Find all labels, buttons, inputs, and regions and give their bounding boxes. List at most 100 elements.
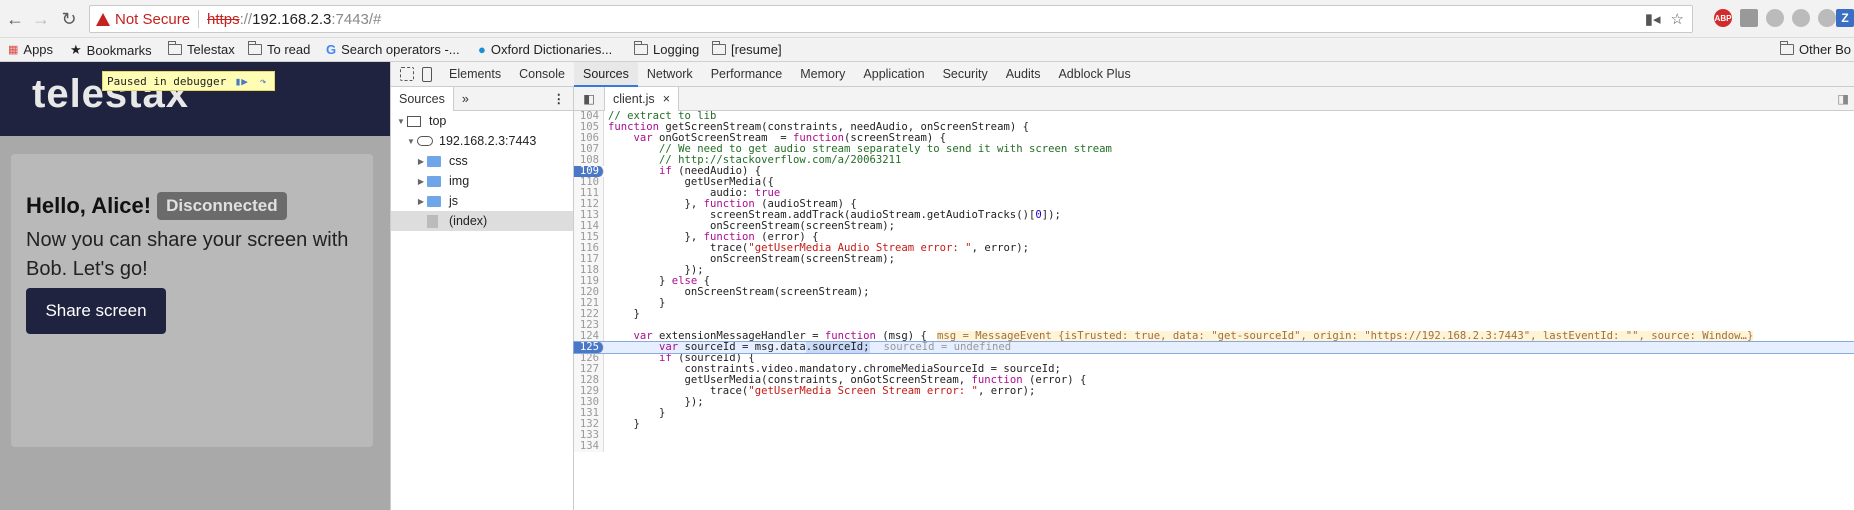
- line-number[interactable]: 134: [574, 441, 604, 452]
- tab-elements[interactable]: Elements: [440, 62, 510, 87]
- code-line[interactable]: 131 }: [574, 408, 1854, 419]
- device-mode-icon[interactable]: [422, 66, 432, 82]
- toggle-navigator-icon[interactable]: ◧: [574, 91, 604, 106]
- code-line[interactable]: 122 }: [574, 309, 1854, 320]
- bookmark-apps[interactable]: ▦ Apps: [8, 42, 53, 57]
- google-icon: G: [326, 42, 337, 57]
- close-icon[interactable]: ×: [663, 87, 670, 111]
- folder-icon: [711, 41, 726, 55]
- folder-icon: [427, 195, 441, 207]
- code-line[interactable]: 108 // http://stackoverflow.com/a/200632…: [574, 155, 1854, 166]
- browser-toolbar: ← → ↻ Not Secure https://192.168.2.3:744…: [0, 0, 1854, 38]
- more-tabs-icon[interactable]: »: [454, 87, 477, 111]
- content-card: Hello, Alice! Disconnected Now you can s…: [11, 154, 373, 447]
- cloud-extension-icon[interactable]: [1766, 9, 1784, 27]
- code-line[interactable]: 129 trace("getUserMedia Screen Stream er…: [574, 386, 1854, 397]
- tree-item-css[interactable]: ▶ css: [391, 151, 573, 171]
- devtools-panel: Elements Console Sources Network Perform…: [390, 61, 1854, 510]
- adblock-icon[interactable]: ABP: [1714, 9, 1732, 27]
- bookmark-resume[interactable]: [resume]: [711, 41, 782, 57]
- code-line[interactable]: 132 }: [574, 419, 1854, 430]
- tab-sources[interactable]: Sources: [573, 61, 638, 87]
- zotero-icon[interactable]: Z: [1836, 9, 1854, 27]
- code-editor: ◧ client.js × ◨ 104// extract to lib 105 fu…: [573, 86, 1854, 510]
- code-line[interactable]: 120 onScreenStream(screenStream);: [574, 287, 1854, 298]
- folder-icon: [427, 155, 441, 167]
- skype-icon[interactable]: [1818, 9, 1836, 27]
- tree-item-top[interactable]: ▼ top: [391, 111, 573, 131]
- code-line[interactable]: 134: [574, 441, 1854, 452]
- url-text: https://192.168.2.3:7443/#: [207, 10, 382, 28]
- apps-icon: ▦: [8, 44, 19, 56]
- inline-variable-value: msg = MessageEvent {isTrusted: true, dat…: [936, 330, 1754, 342]
- greeting: Hello, Alice!: [26, 193, 152, 218]
- folder-icon: [247, 41, 262, 55]
- bookmark-oxford[interactable]: ● Oxford Dictionaries...: [478, 42, 612, 57]
- code-line[interactable]: 118 });: [574, 265, 1854, 276]
- collapsed-arrow-icon: ▶: [417, 196, 425, 206]
- file-tab-client-js[interactable]: client.js ×: [604, 86, 679, 111]
- extension-icon[interactable]: [1740, 9, 1758, 27]
- file-navigator: Sources » ⋮ ▼ top ▼ 192.168.2.3:7443 ▶ css …: [391, 86, 574, 510]
- tab-network[interactable]: Network: [638, 62, 702, 87]
- more-options-icon[interactable]: ⋮: [553, 91, 566, 106]
- address-bar[interactable]: Not Secure https://192.168.2.3:7443/# ▮◂…: [89, 5, 1693, 33]
- star-icon[interactable]: ☆: [1671, 10, 1684, 28]
- bookmarks-bar: ▦ Apps ★ Bookmarks Telestax To read G Searc…: [0, 38, 1854, 62]
- share-screen-button[interactable]: Share screen: [26, 288, 166, 334]
- extension-icon[interactable]: [1792, 9, 1810, 27]
- star-icon: ★: [70, 42, 82, 57]
- tab-security[interactable]: Security: [934, 62, 997, 87]
- code-lines[interactable]: 104// extract to lib 105 function getScree…: [573, 111, 1854, 452]
- bookmark-bookmarks[interactable]: ★ Bookmarks: [70, 42, 152, 58]
- tab-console[interactable]: Console: [510, 62, 574, 87]
- bookmark-search-operators[interactable]: G Search operators -...: [326, 42, 460, 57]
- description-text: Now you can share your screen with Bob. …: [26, 229, 349, 280]
- tab-audits[interactable]: Audits: [997, 62, 1050, 87]
- reload-icon[interactable]: ↻: [58, 8, 80, 30]
- inspect-icon[interactable]: [400, 67, 414, 81]
- security-indicator[interactable]: Not Secure: [96, 11, 190, 28]
- frame-icon: [407, 115, 421, 127]
- camera-icon[interactable]: ▮◂: [1645, 10, 1661, 28]
- tree-item-index[interactable]: (index): [391, 211, 573, 231]
- devtools-toolbar: Elements Console Sources Network Perform…: [391, 61, 1854, 87]
- tree-item-host[interactable]: ▼ 192.168.2.3:7443: [391, 131, 573, 151]
- bookmark-other[interactable]: Other Bo: [1779, 41, 1851, 57]
- forward-icon[interactable]: →: [30, 8, 52, 30]
- code-line[interactable]: 133: [574, 430, 1854, 441]
- bookmark-logging[interactable]: Logging: [633, 41, 699, 57]
- tab-memory[interactable]: Memory: [791, 62, 854, 87]
- toggle-debugger-icon[interactable]: ◨: [1837, 91, 1849, 106]
- expanded-arrow-icon: ▼: [397, 116, 405, 126]
- code-line[interactable]: 125 var sourceId = msg.data.sourceId; sou…: [573, 341, 1854, 354]
- bookmark-to-read[interactable]: To read: [247, 41, 310, 57]
- navigator-tab-sources[interactable]: Sources: [391, 86, 454, 111]
- tree-item-img[interactable]: ▶ img: [391, 171, 573, 191]
- back-icon[interactable]: ←: [4, 8, 26, 30]
- inline-variable-value: sourceId = undefined: [883, 341, 1012, 353]
- code-line[interactable]: 130 });: [574, 397, 1854, 408]
- folder-icon: [427, 175, 441, 187]
- paused-in-debugger-overlay: Paused in debugger ▮▶ ↷: [102, 71, 276, 91]
- collapsed-arrow-icon: ▶: [417, 156, 425, 166]
- code-text: }: [608, 308, 640, 320]
- tab-application[interactable]: Application: [854, 62, 933, 87]
- tab-adblock-plus[interactable]: Adblock Plus: [1049, 62, 1139, 87]
- tree-item-js[interactable]: ▶ js: [391, 191, 573, 211]
- code-line[interactable]: 117 onScreenStream(screenStream);: [574, 254, 1854, 265]
- webpage-viewport: telestax Paused in debugger ▮▶ ↷ Hello, …: [0, 62, 390, 510]
- folder-icon: [633, 41, 648, 55]
- bookmark-telestax[interactable]: Telestax: [167, 41, 235, 57]
- warning-icon: [96, 12, 110, 26]
- resume-icon[interactable]: ▮▶: [234, 75, 248, 88]
- tab-performance[interactable]: Performance: [702, 62, 792, 87]
- code-line[interactable]: 121 }: [574, 298, 1854, 309]
- cloud-icon: [417, 136, 433, 146]
- step-over-icon[interactable]: ↷: [256, 75, 270, 88]
- folder-icon: [1779, 41, 1794, 55]
- expanded-arrow-icon: ▼: [407, 136, 415, 146]
- status-badge: Disconnected: [157, 192, 287, 220]
